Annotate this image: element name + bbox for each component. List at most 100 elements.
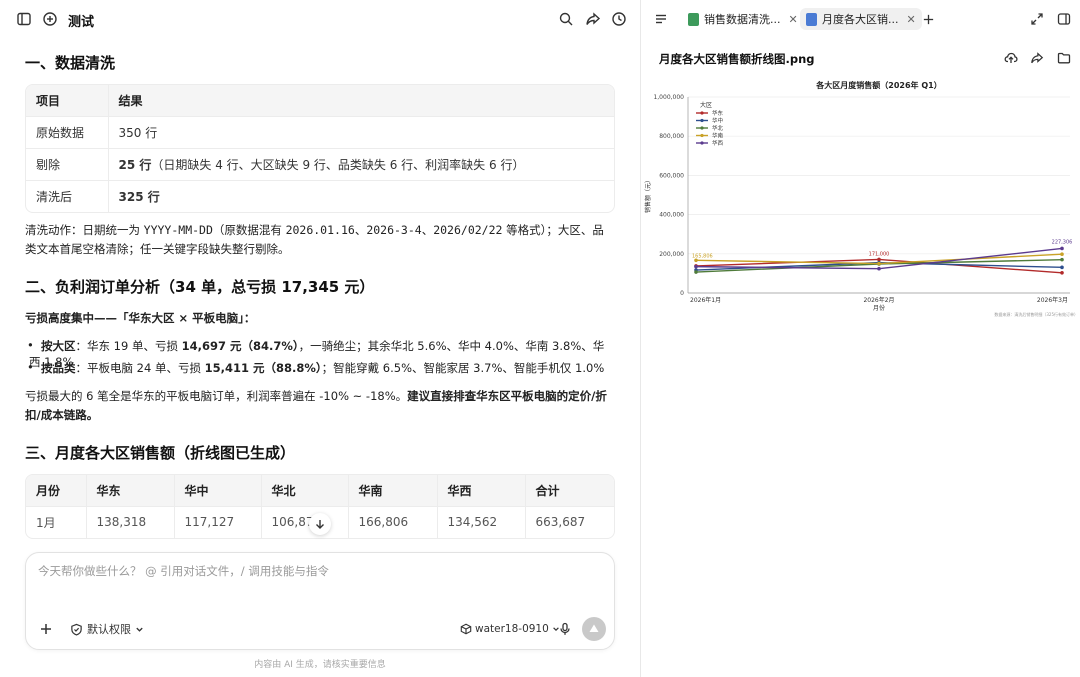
inline-code: 2026.01.16 xyxy=(285,223,355,237)
legend-label: 华西 xyxy=(712,139,724,147)
x-tick-label: 2026年1月 xyxy=(690,296,721,304)
y-tick-label: 400,000 xyxy=(659,212,684,219)
tab-label: 月度各大区销... xyxy=(822,13,899,26)
send-button[interactable] xyxy=(582,617,606,641)
upload-icon[interactable] xyxy=(1003,50,1019,66)
permission-dropdown[interactable]: 默认权限 xyxy=(70,621,144,637)
x-axis-label: 月份 xyxy=(873,304,885,312)
bullet-label: 按大区 xyxy=(41,339,76,353)
sidebar-toggle-icon[interactable] xyxy=(16,11,32,27)
table-cell: 剔除 xyxy=(26,147,108,180)
table-cell: 106,874 xyxy=(260,505,348,538)
close-icon[interactable]: ✕ xyxy=(789,13,798,26)
table-header: 月份 xyxy=(26,475,86,506)
model-label: water18-0910 xyxy=(475,623,549,635)
note-text: （原数据混有 xyxy=(212,223,286,237)
y-tick-label: 1,000,000 xyxy=(653,94,684,101)
menu-icon[interactable] xyxy=(653,11,669,27)
new-chat-icon[interactable] xyxy=(42,11,58,27)
add-attachment-button[interactable] xyxy=(38,621,54,637)
table-cell: 清洗后 xyxy=(26,179,108,212)
search-icon[interactable] xyxy=(558,11,574,27)
folder-icon[interactable] xyxy=(1056,50,1072,66)
legend-label: 华北 xyxy=(712,124,724,132)
scroll-down-button[interactable] xyxy=(309,513,331,535)
preview-file-name: 月度各大区销售额折线图.png xyxy=(659,52,815,66)
image-file-icon xyxy=(806,12,817,26)
legend-marker xyxy=(700,126,704,130)
legend-marker xyxy=(700,118,704,123)
prompt-input[interactable] xyxy=(38,564,598,578)
data-point xyxy=(1060,252,1064,256)
x-tick-label: 2026年2月 xyxy=(863,296,894,304)
chat-title: 测试 xyxy=(68,15,95,30)
table-cell: 1月 xyxy=(26,505,86,538)
data-point xyxy=(1060,246,1064,251)
removed-count: 25 行 xyxy=(118,157,152,172)
y-axis-label: 销售额（元） xyxy=(644,177,652,213)
chart-title: 各大区月度销售额（2026年 Q1） xyxy=(815,80,941,90)
legend-marker xyxy=(700,133,704,138)
table-header: 结果 xyxy=(107,85,614,116)
table-header: 华西 xyxy=(436,475,525,506)
tab-sales-cleaning[interactable]: 销售数据清洗... ✕ xyxy=(682,8,804,30)
loss-conclusion: 亏损最大的 6 笔全是华东的平板电脑订单，利润率普遍在 -10% ~ -18%。… xyxy=(25,387,615,425)
history-icon[interactable] xyxy=(611,11,627,27)
table-header: 华东 xyxy=(85,475,174,506)
chart-background xyxy=(642,75,1080,321)
line-chart: 各大区月度销售额（2026年 Q1） 0 200,000 400,000 600,000… xyxy=(642,75,1080,321)
source-note: 数据来源：清洗后销售明细（325行有效订单） xyxy=(994,311,1078,317)
y-tick-label: 600,000 xyxy=(659,172,684,179)
bullet-text: ：平板电脑 24 单、亏损 xyxy=(75,361,205,375)
table-header: 合计 xyxy=(524,475,614,506)
bullet-label: 按品类 xyxy=(41,361,76,375)
note-text: 、 xyxy=(354,223,367,237)
data-point xyxy=(694,264,698,269)
expand-icon[interactable] xyxy=(1029,11,1045,27)
share-icon[interactable] xyxy=(585,11,601,27)
composer: 默认权限 water18-0910 xyxy=(25,552,615,650)
tab-monthly-chart[interactable]: 月度各大区销... ✕ xyxy=(800,8,922,30)
legend-label: 华中 xyxy=(712,117,723,125)
table-cell: 166,806 xyxy=(347,505,437,538)
share-icon[interactable] xyxy=(1029,50,1045,66)
chat-topbar: 测试 xyxy=(0,0,640,38)
legend-label: 华东 xyxy=(712,109,724,117)
removed-detail: （日期缺失 4 行、大区缺失 9 行、品类缺失 6 行、利润率缺失 6 行） xyxy=(151,157,525,172)
data-label: 171,000 xyxy=(869,251,890,257)
table-header: 华北 xyxy=(260,475,348,506)
cleaned-count: 325 行 xyxy=(118,189,160,204)
permission-label: 默认权限 xyxy=(87,623,131,636)
cleaning-note: 清洗动作：日期统一为 YYYY-MM-DD（原数据混有 2026.01.16、2… xyxy=(25,221,615,259)
y-tick-label: 0 xyxy=(680,290,684,297)
message-content: 一、数据清洗 项目 结果 原始数据 350 行 剔除 25 行（日期缺失 4 行… xyxy=(25,44,615,544)
table-cell: 134,562 xyxy=(436,505,525,538)
legend-label: 华南 xyxy=(712,132,724,140)
table-header: 华中 xyxy=(173,475,261,506)
loss-lead: 亏损高度集中——「华东大区 × 平板电脑」： xyxy=(25,311,256,325)
chat-pane: 测试 一、数据清洗 项目 结果 原始数据 350 行 剔除 25 行（日期缺失 … xyxy=(0,0,640,677)
data-point xyxy=(1060,271,1064,275)
panel-toggle-icon[interactable] xyxy=(1056,11,1072,27)
table-row: 原始数据 350 行 xyxy=(26,115,614,148)
image-preview: 各大区月度销售额（2026年 Q1） 0 200,000 400,000 600,000… xyxy=(642,75,1080,321)
table-row: 清洗后 325 行 xyxy=(26,179,614,212)
data-point xyxy=(877,266,881,271)
bullet-text: ：华东 19 单、亏损 xyxy=(75,339,182,353)
section-heading-monthly: 三、月度各大区销售额（折线图已生成） xyxy=(25,444,296,462)
inline-code: 2026/02/22 xyxy=(433,223,503,237)
table-cell: 原始数据 xyxy=(26,115,108,148)
inline-code: YYYY-MM-DD xyxy=(143,223,213,237)
chevron-down-icon xyxy=(135,625,144,634)
close-icon[interactable]: ✕ xyxy=(907,13,916,26)
data-point xyxy=(1060,265,1064,270)
table-cell: 350 行 xyxy=(107,115,614,148)
data-point xyxy=(877,257,881,262)
bullet-strong: 14,697 元（84.7%） xyxy=(181,339,299,353)
microphone-icon[interactable] xyxy=(557,621,573,637)
model-selector[interactable]: water18-0910 xyxy=(460,621,560,637)
inline-code: 2026-3-4 xyxy=(366,223,422,237)
ai-disclaimer: 内容由 AI 生成，请核实重要信息 xyxy=(254,660,386,670)
new-tab-icon[interactable] xyxy=(920,11,936,27)
legend-marker xyxy=(700,111,704,115)
